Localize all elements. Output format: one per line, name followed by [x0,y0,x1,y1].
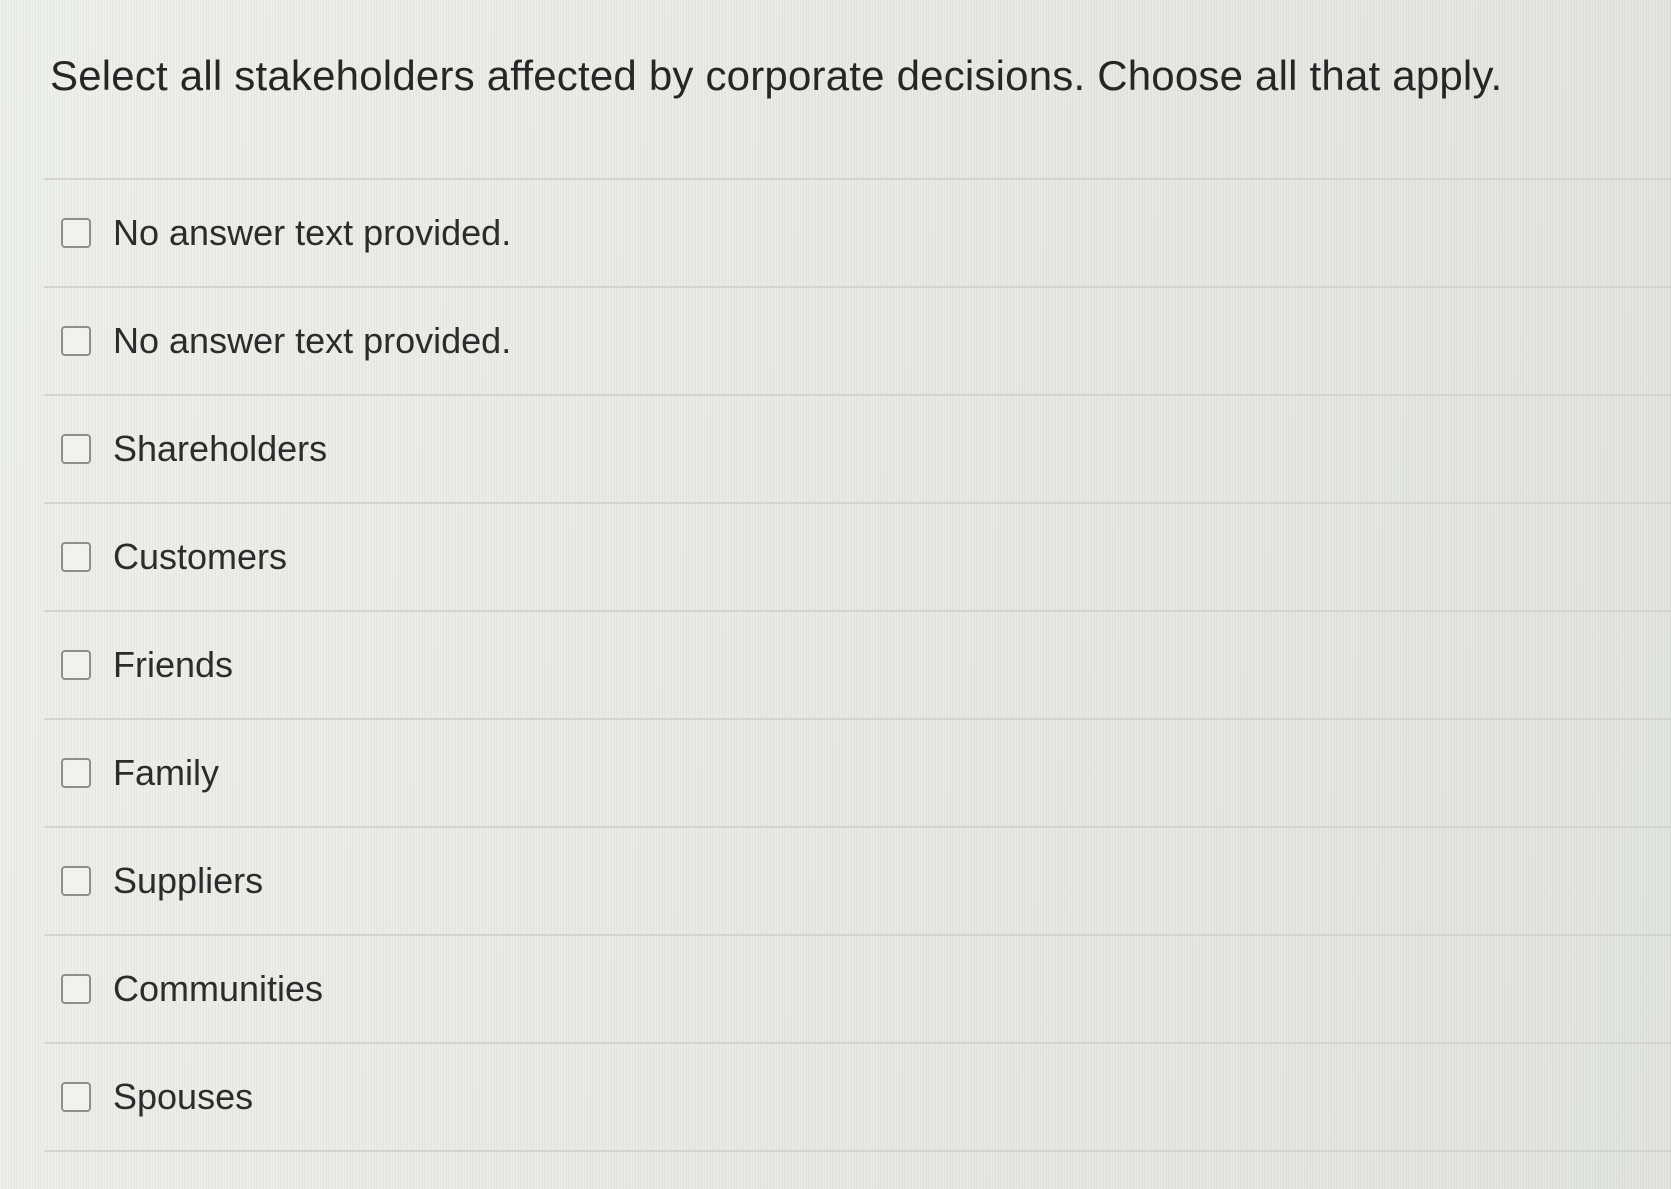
answer-options-list: No answer text provided. No answer text … [44,178,1671,1152]
option-friends[interactable]: Friends [44,610,1671,718]
option-label[interactable]: Shareholders [113,428,327,470]
checkbox[interactable] [61,974,91,1004]
option-no-answer-1[interactable]: No answer text provided. [44,178,1671,286]
option-label[interactable]: Spouses [113,1076,253,1118]
option-label[interactable]: No answer text provided. [113,320,511,362]
option-label[interactable]: No answer text provided. [113,212,511,254]
option-customers[interactable]: Customers [44,502,1671,610]
option-family[interactable]: Family [44,718,1671,826]
checkbox[interactable] [61,866,91,896]
checkbox[interactable] [61,326,91,356]
option-label[interactable]: Communities [113,968,323,1010]
checkbox[interactable] [61,434,91,464]
option-spouses[interactable]: Spouses [44,1042,1671,1152]
checkbox[interactable] [61,1082,91,1112]
checkbox[interactable] [61,650,91,680]
quiz-screen: Select all stakeholders affected by corp… [0,0,1671,1189]
checkbox[interactable] [61,218,91,248]
question-prompt: Select all stakeholders affected by corp… [50,52,1503,99]
option-communities[interactable]: Communities [44,934,1671,1042]
option-label[interactable]: Suppliers [113,860,263,902]
option-label[interactable]: Customers [113,536,287,578]
option-shareholders[interactable]: Shareholders [44,394,1671,502]
checkbox[interactable] [61,542,91,572]
option-label[interactable]: Family [113,752,219,794]
option-label[interactable]: Friends [113,644,233,686]
option-no-answer-2[interactable]: No answer text provided. [44,286,1671,394]
checkbox[interactable] [61,758,91,788]
option-suppliers[interactable]: Suppliers [44,826,1671,934]
